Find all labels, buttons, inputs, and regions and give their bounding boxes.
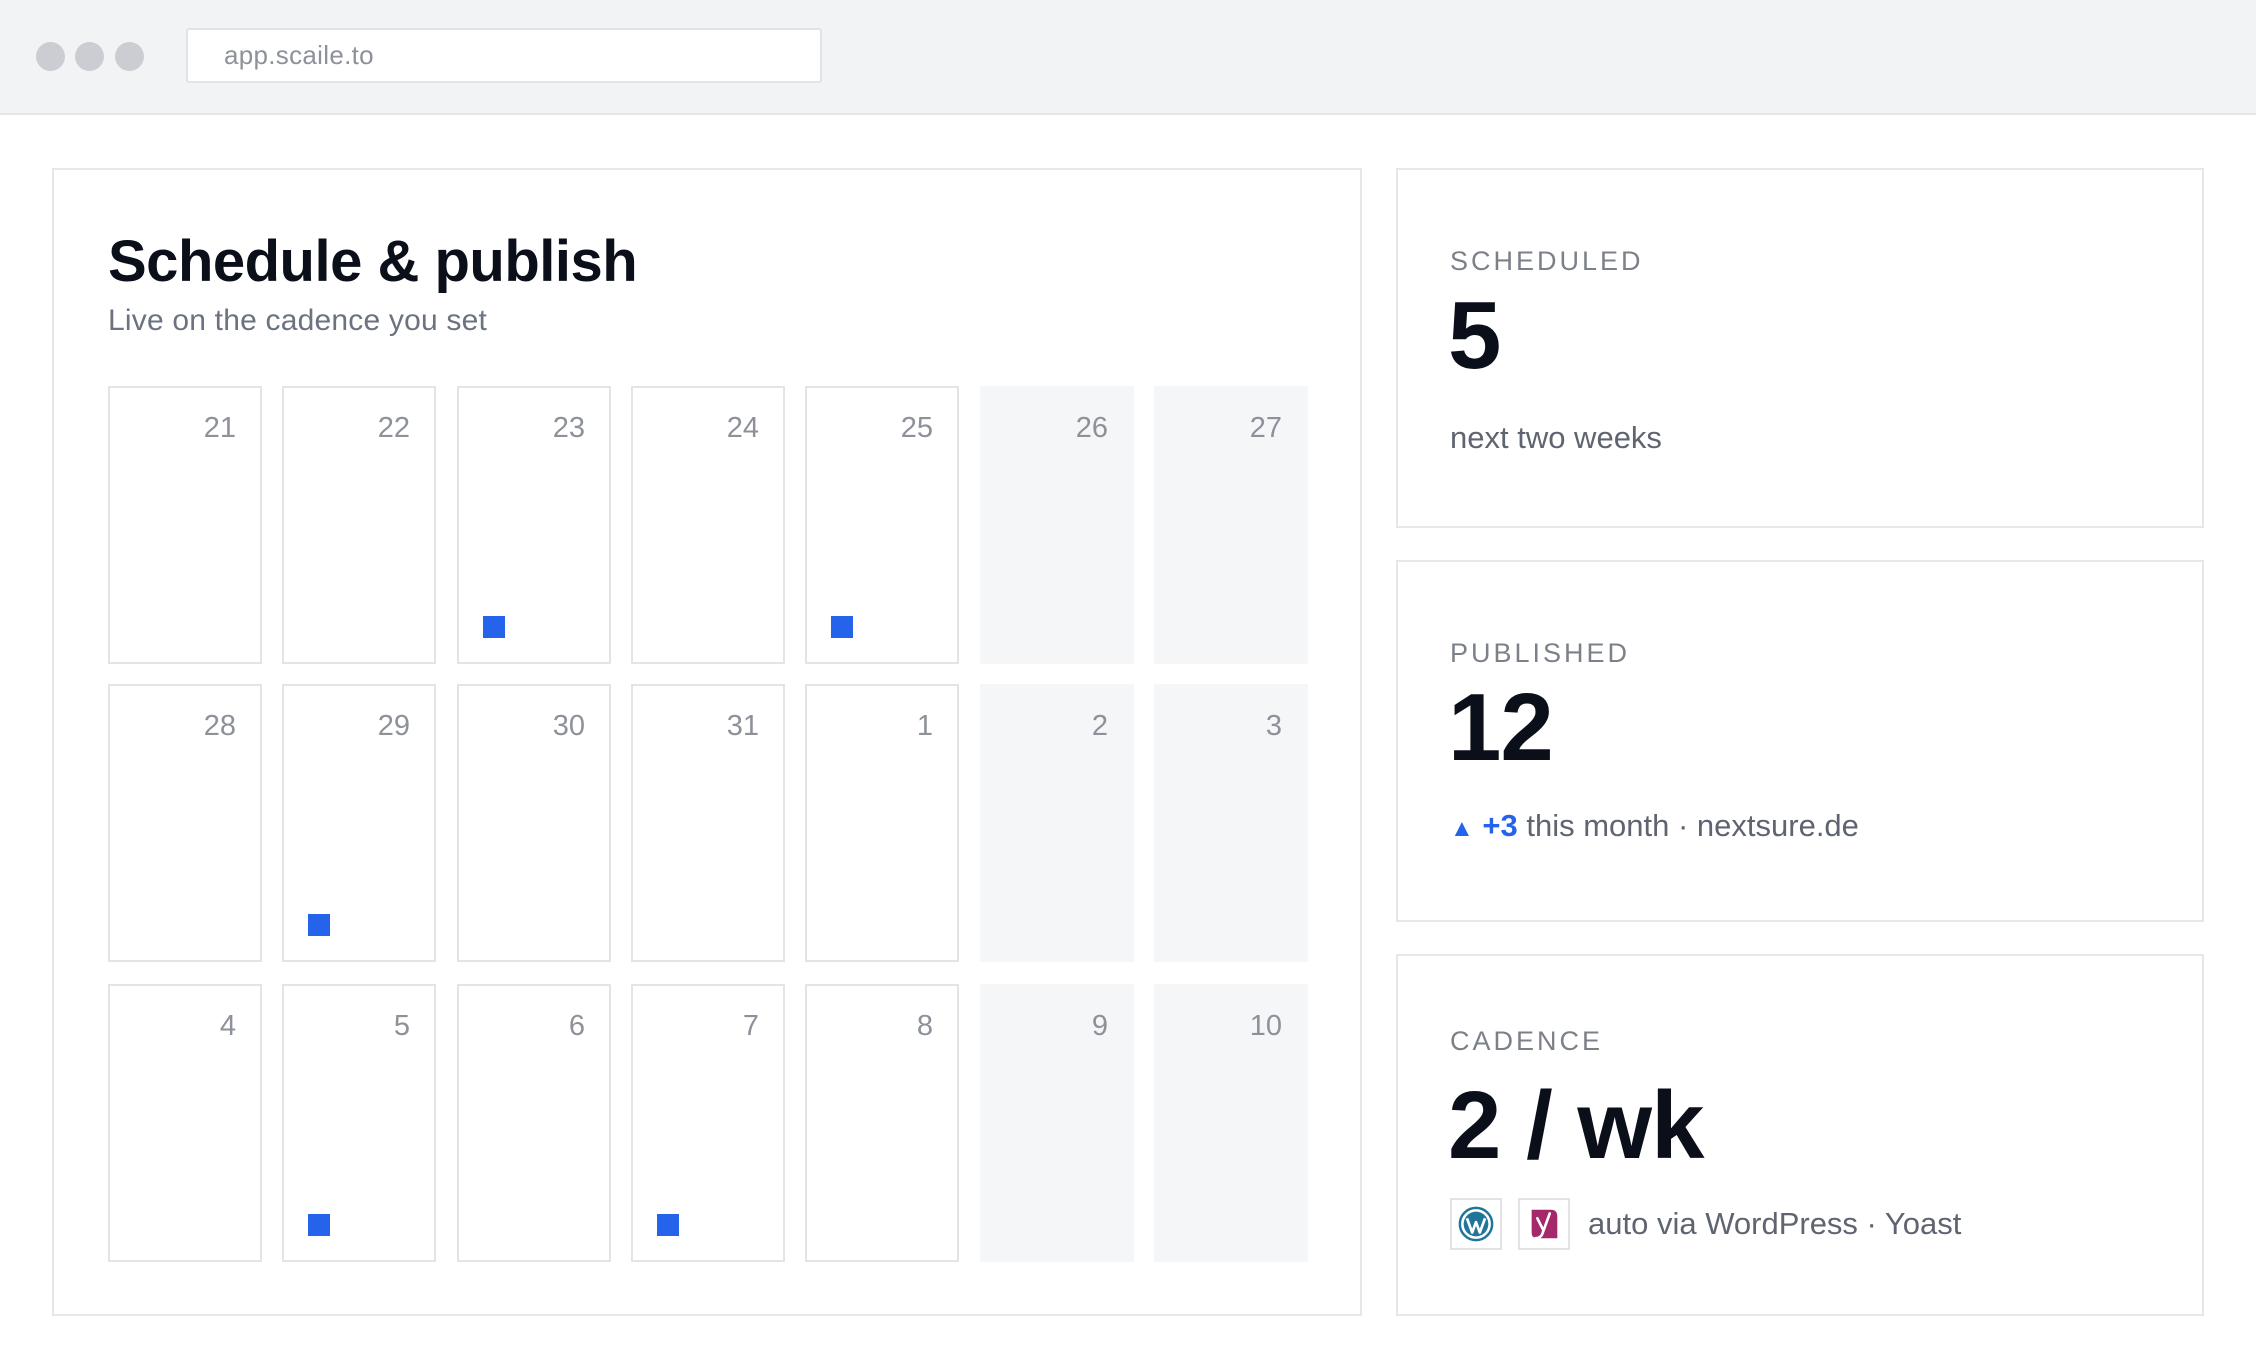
scheduled-stat-card: SCHEDULED 5 next two weeks (1396, 168, 2204, 528)
day-number: 7 (742, 1010, 759, 1042)
calendar-day-cell[interactable]: 9 (980, 984, 1134, 1262)
day-number: 23 (552, 412, 585, 444)
address-bar[interactable]: app.scaile.to (186, 28, 822, 83)
stat-note: next two weeks (1450, 420, 1662, 455)
calendar-day-cell[interactable]: 28 (108, 684, 262, 962)
wordpress-icon (1450, 1198, 1502, 1250)
page-subtitle: Live on the cadence you set (108, 304, 487, 337)
day-number: 21 (203, 412, 236, 444)
window-close-dot[interactable] (36, 42, 65, 71)
calendar-day-cell[interactable]: 27 (1154, 386, 1308, 664)
calendar-day-cell[interactable]: 26 (980, 386, 1134, 664)
scheduled-post-marker[interactable] (308, 914, 330, 936)
integrations: auto via WordPress · Yoast (1450, 1198, 1961, 1250)
delta-note: this month · nextsure.de (1517, 808, 1859, 843)
window-minimize-dot[interactable] (75, 42, 104, 71)
scheduled-post-marker[interactable] (831, 616, 853, 638)
day-number: 6 (568, 1010, 585, 1042)
calendar-day-cell[interactable]: 6 (457, 984, 611, 1262)
stat-value: 12 (1448, 674, 1554, 781)
scheduled-post-marker[interactable] (657, 1214, 679, 1236)
calendar-day-cell[interactable]: 1 (805, 684, 959, 962)
day-number: 25 (900, 412, 933, 444)
day-number: 4 (219, 1010, 236, 1042)
calendar-day-cell[interactable]: 5 (282, 984, 436, 1262)
delta-value: +3 (1482, 808, 1518, 843)
trend-up-icon: ▲ (1450, 815, 1474, 842)
day-number: 2 (1091, 710, 1108, 742)
stat-value: 2 / wk (1448, 1072, 1704, 1179)
day-number: 1 (916, 710, 933, 742)
calendar-day-cell[interactable]: 25 (805, 386, 959, 664)
stat-label: CADENCE (1450, 1026, 1604, 1056)
calendar-day-cell[interactable]: 2 (980, 684, 1134, 962)
stat-label: SCHEDULED (1450, 246, 1644, 276)
day-number: 31 (726, 710, 759, 742)
day-number: 9 (1091, 1010, 1108, 1042)
calendar-day-cell[interactable]: 23 (457, 386, 611, 664)
yoast-icon (1518, 1198, 1570, 1250)
window-maximize-dot[interactable] (115, 42, 144, 71)
day-number: 27 (1249, 412, 1282, 444)
calendar-day-cell[interactable]: 4 (108, 984, 262, 1262)
page-title: Schedule & publish (108, 229, 638, 294)
day-number: 30 (552, 710, 585, 742)
calendar-day-cell[interactable]: 3 (1154, 684, 1308, 962)
day-number: 24 (726, 412, 759, 444)
calendar-day-cell[interactable]: 30 (457, 684, 611, 962)
day-number: 5 (393, 1010, 410, 1042)
calendar-day-cell[interactable]: 29 (282, 684, 436, 962)
calendar-day-cell[interactable]: 31 (631, 684, 785, 962)
schedule-card: Schedule & publish Live on the cadence y… (52, 168, 1362, 1316)
scheduled-post-marker[interactable] (308, 1214, 330, 1236)
scheduled-post-marker[interactable] (483, 616, 505, 638)
day-number: 26 (1075, 412, 1108, 444)
calendar-day-cell[interactable]: 22 (282, 386, 436, 664)
calendar-day-cell[interactable]: 7 (631, 984, 785, 1262)
day-number: 10 (1249, 1010, 1282, 1042)
day-number: 3 (1265, 710, 1282, 742)
calendar-day-cell[interactable]: 24 (631, 386, 785, 664)
stat-note: ▲ +3 this month · nextsure.de (1450, 808, 1859, 844)
calendar-day-cell[interactable]: 8 (805, 984, 959, 1262)
day-number: 22 (377, 412, 410, 444)
browser-chrome: app.scaile.to (0, 0, 2256, 115)
integration-note: auto via WordPress · Yoast (1588, 1206, 1962, 1241)
day-number: 8 (916, 1010, 933, 1042)
day-number: 29 (377, 710, 410, 742)
cadence-stat-card: CADENCE 2 / wk auto via WordPress · Yoas… (1396, 954, 2204, 1316)
day-number: 28 (203, 710, 236, 742)
calendar-day-cell[interactable]: 21 (108, 386, 262, 664)
stat-value: 5 (1448, 282, 1501, 389)
calendar-day-cell[interactable]: 10 (1154, 984, 1308, 1262)
published-stat-card: PUBLISHED 12 ▲ +3 this month · nextsure.… (1396, 560, 2204, 922)
stat-label: PUBLISHED (1450, 638, 1631, 668)
